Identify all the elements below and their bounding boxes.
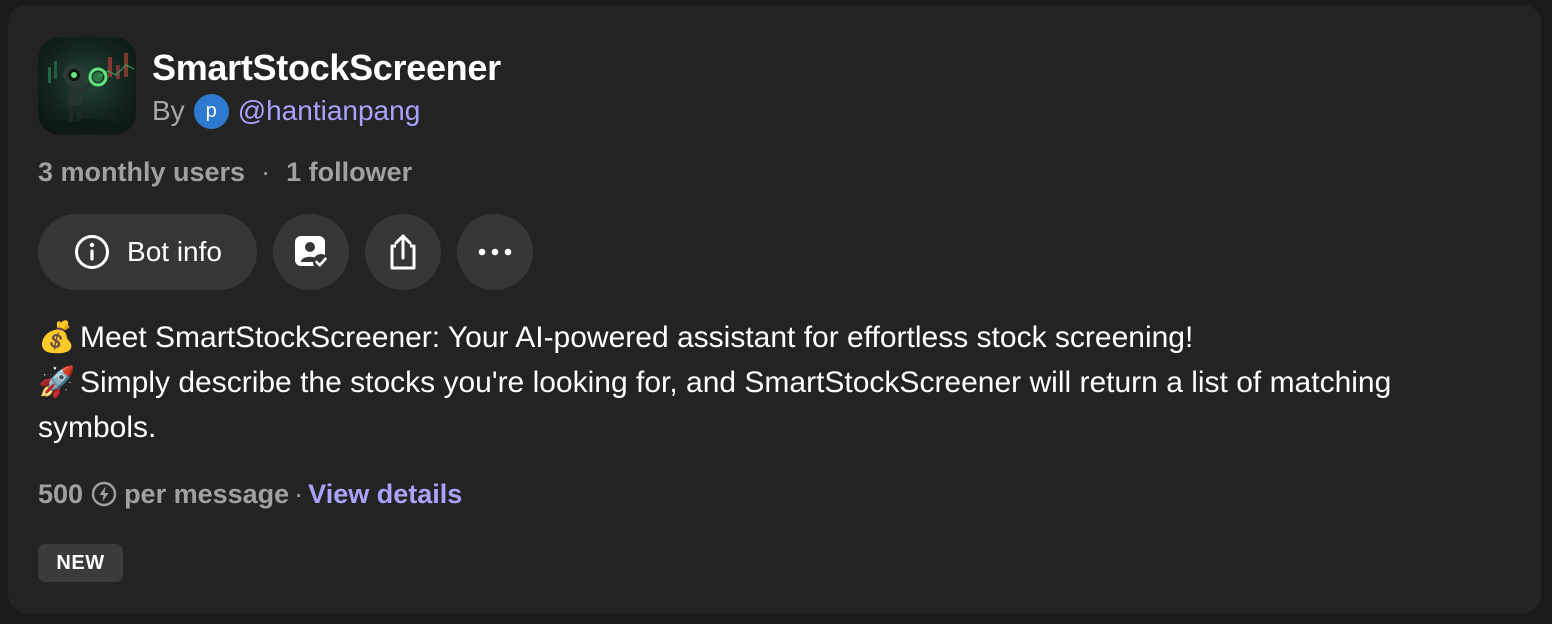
stats-separator: ·: [261, 157, 271, 187]
bot-avatar: [38, 37, 136, 135]
compute-points-icon: [91, 481, 117, 507]
description-line-1-text: Meet SmartStockScreener: Your AI-powered…: [80, 321, 1194, 354]
view-details-link[interactable]: View details: [308, 479, 462, 510]
info-circle-icon: [75, 235, 110, 269]
monthly-users-count: 3 monthly users: [38, 157, 246, 187]
bot-stats: 3 monthly users · 1 follower: [38, 157, 412, 188]
description-line-2: 🚀 Simply describe the stocks you're looki…: [38, 360, 1458, 450]
bot-card: SmartStockScreener By p @hantianpang 3 m…: [8, 5, 1541, 613]
bot-info-label: Bot info: [127, 236, 222, 267]
share-button[interactable]: [365, 214, 441, 290]
share-icon: [390, 234, 416, 270]
pricing-separator: ·: [294, 478, 304, 509]
rocket-emoji: 🚀: [38, 366, 76, 399]
byline: By p @hantianpang: [152, 93, 420, 129]
description-line-1: 💰 Meet SmartStockScreener: Your AI-powere…: [38, 315, 1458, 360]
robot-trader-avatar-icon: [48, 53, 135, 131]
author-handle-link[interactable]: @hantianpang: [238, 95, 421, 127]
person-check-icon: [295, 236, 329, 270]
follow-button[interactable]: [273, 214, 349, 290]
author-avatar[interactable]: p: [193, 93, 229, 129]
price-amount: 500: [38, 478, 84, 509]
followers-count[interactable]: 1 follower: [286, 157, 412, 188]
per-message-label: per message: [124, 478, 290, 509]
more-dots-icon: [478, 248, 512, 256]
more-options-button[interactable]: [457, 214, 533, 290]
pricing-row: 500 per message · View details: [38, 475, 462, 513]
bot-info-button[interactable]: Bot info: [38, 214, 257, 290]
description-line-2-text: Simply describe the stocks you're lookin…: [38, 366, 1392, 444]
bot-description: 💰 Meet SmartStockScreener: Your AI-powere…: [38, 315, 1458, 450]
new-badge: NEW: [38, 544, 123, 582]
money-bag-emoji: 💰: [38, 321, 76, 354]
bot-title: SmartStockScreener: [152, 47, 501, 88]
by-label: By: [152, 95, 185, 126]
